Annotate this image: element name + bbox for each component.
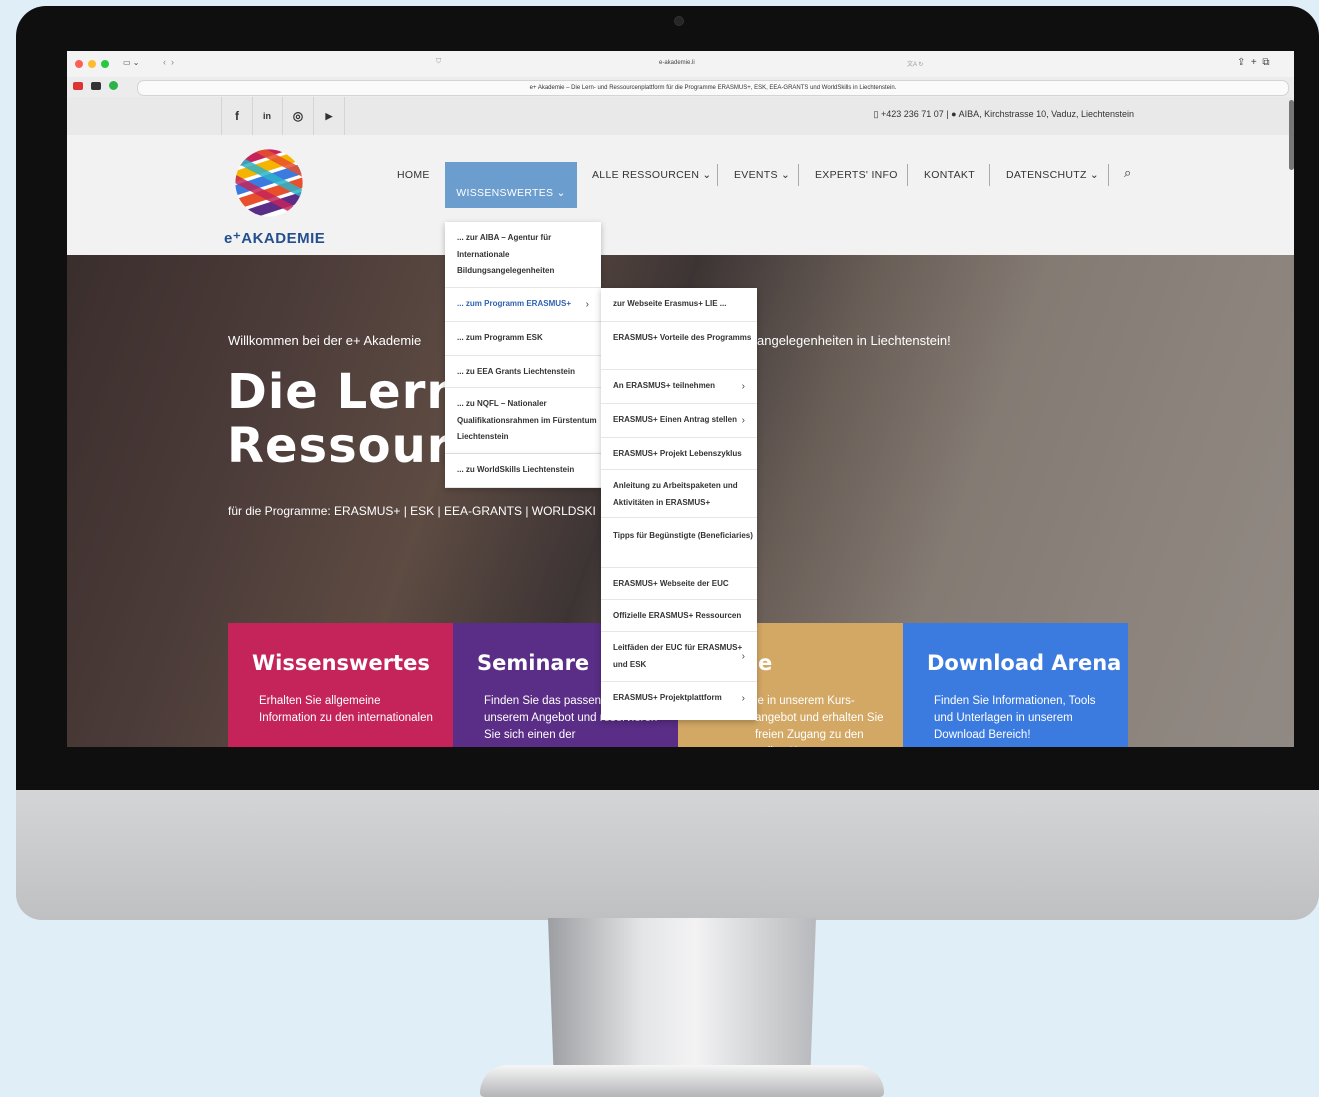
sidebar-icon[interactable]: ▭ ⌄ — [123, 58, 139, 67]
web-page: f in ◎ ▶ ▯ +423 236 71 07 | ● AIBA, Kirc… — [67, 97, 1294, 747]
submenu-item[interactable]: ERASMUS+ Projekt Lebenszyklus — [601, 438, 757, 470]
menu-item-eea-grants[interactable]: ... zu EEA Grants Liechtenstein — [445, 356, 601, 388]
menu-item-erasmus[interactable]: ... zum Programm ERASMUS+ › — [445, 288, 601, 322]
nav-experts-info[interactable]: EXPERTS' INFO — [815, 155, 898, 195]
nav-home[interactable]: HOME — [397, 155, 430, 195]
submenu-item[interactable]: ERASMUS+ Vorteile des Programms — [601, 322, 757, 370]
tile-title: Wissenswertes — [252, 651, 430, 675]
chevron-right-icon: › — [741, 692, 745, 704]
zoom-window-button[interactable] — [101, 60, 109, 68]
bookmark-icon[interactable] — [73, 82, 83, 90]
tile-text: ie in unserem Kurs-angebot und erhalten … — [755, 695, 884, 747]
linkedin-icon[interactable]: in — [252, 97, 283, 135]
phone-number[interactable]: +423 236 71 07 — [881, 109, 944, 119]
tab-title: e+ Akademie – Die Lern- und Ressourcenpl… — [529, 85, 897, 91]
facebook-icon[interactable]: f — [221, 97, 253, 135]
menu-item-esk[interactable]: ... zum Programm ESK — [445, 322, 601, 356]
close-window-button[interactable] — [75, 60, 83, 68]
youtube-icon[interactable]: ▶ — [314, 97, 345, 135]
chevron-right-icon: › — [741, 380, 745, 392]
nav-events[interactable]: EVENTS ⌄ — [734, 155, 790, 195]
monitor-foot — [480, 1065, 884, 1097]
address-url[interactable]: e-akademie.li — [659, 60, 695, 66]
submenu-item[interactable]: Leitfäden der EUC für ERASMUS+ und ESK › — [601, 632, 757, 682]
submenu-item[interactable]: ERASMUS+ Projektplattform › — [601, 682, 757, 716]
hero-welcome-continued: angelegenheiten in Liechtenstein! — [757, 333, 951, 348]
screen: ▭ ⌄ ‹ › ⛉ e-akademie.li 文A ↻ ⇪ + ⧉ e+ Ak… — [67, 51, 1294, 747]
chevron-right-icon: › — [741, 414, 745, 426]
dropdown-wissenswertes: ... zur AIBA – Agentur für International… — [445, 222, 601, 488]
tile-title: Download Arena — [927, 651, 1122, 675]
bookmark-icon[interactable] — [91, 82, 101, 90]
monitor-stand — [548, 918, 816, 1066]
shield-icon: ⛉ — [436, 58, 442, 65]
hero-welcome: Willkommen bei der e+ Akademie — [228, 333, 422, 348]
bookmark-icon[interactable] — [109, 81, 118, 90]
submenu-item[interactable]: Anleitung zu Arbeitspaketen und Aktivitä… — [601, 470, 757, 518]
active-tab[interactable]: e+ Akademie – Die Lern- und Ressourcenpl… — [137, 80, 1289, 96]
nav-kontakt[interactable]: KONTAKT — [924, 155, 975, 195]
share-newtab-icons[interactable]: ⇪ + ⧉ — [1237, 57, 1269, 68]
nav-wissenswertes[interactable]: WISSENSWERTES ⌄ — [445, 162, 577, 208]
top-bar: f in ◎ ▶ ▯ +423 236 71 07 | ● AIBA, Kirc… — [67, 97, 1294, 135]
camera-icon — [674, 16, 684, 26]
back-forward-icon[interactable]: ‹ › — [163, 57, 174, 67]
reload-icon[interactable]: 文A ↻ — [907, 59, 923, 68]
submenu-item[interactable]: An ERASMUS+ teilnehmen › — [601, 370, 757, 404]
menu-item-aiba[interactable]: ... zur AIBA – Agentur für International… — [445, 222, 601, 288]
tile-download-arena[interactable]: Download Arena Finden Sie Informationen,… — [903, 623, 1128, 747]
search-icon[interactable]: ⌕ — [1124, 153, 1132, 193]
scrollbar[interactable] — [1289, 100, 1294, 170]
submenu-item[interactable]: Offizielle ERASMUS+ Ressourcen — [601, 600, 757, 632]
nav-datenschutz[interactable]: DATENSCHUTZ ⌄ — [1006, 155, 1099, 195]
tile-wissenswertes[interactable]: Wissenswertes Erhalten Sie allgemeine In… — [228, 623, 453, 747]
submenu-item[interactable]: Tipps für Begünstigte (Beneficiaries) — [601, 518, 757, 568]
menu-item-nqfl[interactable]: ... zu NQFL – Nationaler Qualifikationsr… — [445, 388, 601, 454]
contact-info: ▯ +423 236 71 07 | ● AIBA, Kirchstrasse … — [873, 109, 1134, 119]
menu-item-worldskills[interactable]: ... zu WorldSkills Liechtenstein — [445, 454, 601, 488]
tile-text: Finden Sie Informationen, Tools und Unte… — [934, 695, 1096, 741]
tile-title: e — [758, 651, 773, 675]
monitor-chin — [16, 790, 1319, 920]
logo-icon[interactable] — [227, 141, 311, 225]
nav-alle-ressourcen[interactable]: ALLE RESSOURCEN ⌄ — [592, 155, 712, 195]
tile-title: Seminare — [477, 651, 590, 675]
tab-bar: e+ Akademie – Die Lern- und Ressourcenpl… — [67, 77, 1294, 98]
hero-subtitle: für die Programme: ERASMUS+ | ESK | EEA-… — [228, 504, 596, 518]
browser-toolbar: ▭ ⌄ ‹ › ⛉ e-akademie.li 文A ↻ ⇪ + ⧉ — [67, 51, 1294, 78]
tile-text: Erhalten Sie allgemeine Information zu d… — [259, 695, 433, 724]
submenu-item[interactable]: ERASMUS+ Einen Antrag stellen › — [601, 404, 757, 438]
chevron-right-icon: › — [585, 298, 589, 310]
address: AIBA, Kirchstrasse 10, Vaduz, Liechtenst… — [958, 109, 1134, 119]
submenu-erasmus: zur Webseite Erasmus+ LIE ... ERASMUS+ V… — [601, 288, 757, 720]
instagram-icon[interactable]: ◎ — [283, 97, 314, 135]
logo-text[interactable]: e⁺AKADEMIE — [224, 229, 325, 247]
submenu-item[interactable]: zur Webseite Erasmus+ LIE ... — [601, 288, 757, 322]
chevron-right-icon: › — [741, 650, 745, 662]
minimize-window-button[interactable] — [88, 60, 96, 68]
phone-icon: ▯ — [873, 109, 879, 119]
submenu-item[interactable]: ERASMUS+ Webseite der EUC — [601, 568, 757, 600]
